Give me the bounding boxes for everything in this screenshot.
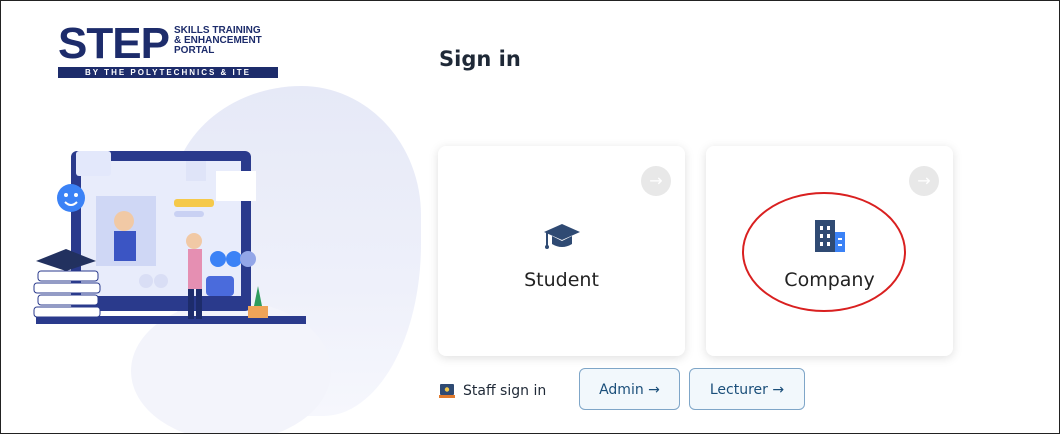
arrow-right-icon: → (909, 166, 939, 196)
logo-tagline: BY THE POLYTECHNICS & ITE (58, 67, 278, 78)
staff-signin: Staff sign in (439, 371, 546, 411)
staff-signin-label: Staff sign in (463, 383, 547, 399)
student-label: Student (524, 269, 599, 291)
arrow-right-icon: → (641, 166, 671, 196)
page-title: Sign in (439, 47, 521, 71)
student-card[interactable]: → Student (438, 146, 685, 356)
staff-laptop-icon (439, 384, 455, 398)
admin-button[interactable]: Admin → (579, 368, 680, 410)
logo-wordmark: STEP (58, 19, 170, 68)
lecturer-button[interactable]: Lecturer → (689, 368, 805, 410)
annotation-circle (742, 192, 906, 312)
logo-subtitle-line: PORTAL (174, 45, 215, 56)
classroom-illustration (33, 151, 306, 324)
graduation-cap-icon (543, 224, 580, 249)
logo-subtitle: SKILLS TRAINING & ENHANCEMENT PORTAL (174, 26, 284, 56)
app-frame: STEP SKILLS TRAINING & ENHANCEMENT PORTA… (0, 0, 1060, 434)
step-logo: STEP SKILLS TRAINING & ENHANCEMENT PORTA… (58, 19, 284, 78)
